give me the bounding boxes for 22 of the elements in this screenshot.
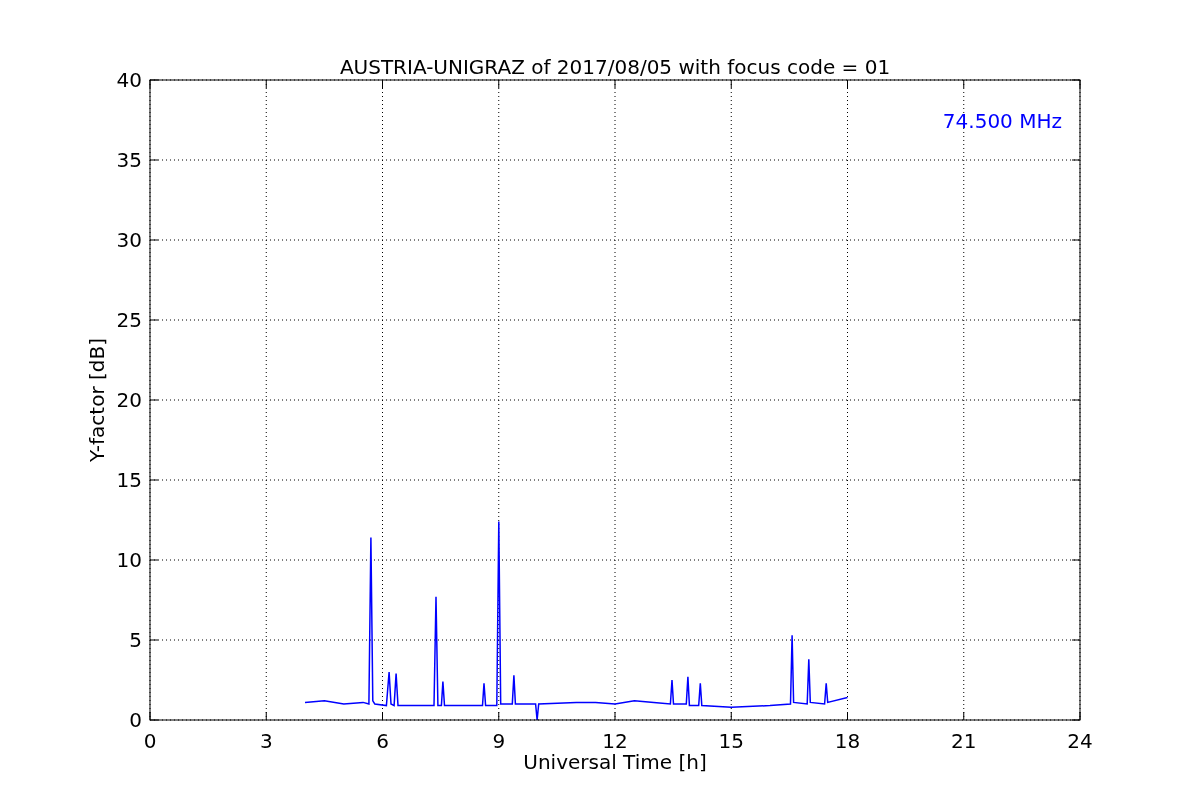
y-tick-label: 40 xyxy=(116,68,142,92)
x-axis-label: Universal Time [h] xyxy=(523,750,707,774)
x-tick-label: 24 xyxy=(1067,729,1093,753)
x-tick-label: 18 xyxy=(834,729,861,753)
y-tick-label: 10 xyxy=(116,548,142,572)
x-tick-label: 3 xyxy=(259,729,273,753)
y-tick-label: 35 xyxy=(116,148,142,172)
chart-title: AUSTRIA-UNIGRAZ of 2017/08/05 with focus code = 01 xyxy=(339,55,891,79)
x-tick-label: 9 xyxy=(492,729,506,753)
x-tick-label: 0 xyxy=(143,729,157,753)
x-tick-label: 12 xyxy=(602,729,628,753)
y-tick-label: 15 xyxy=(116,468,142,492)
y-tick-label: 30 xyxy=(116,228,142,252)
x-tick-label: 15 xyxy=(718,729,744,753)
frequency-annotation: 74.500 MHz xyxy=(942,109,1062,133)
y-axis-label: Y-factor [dB] xyxy=(85,338,109,462)
x-tick-label: 21 xyxy=(951,729,977,753)
y-tick-label: 20 xyxy=(116,388,142,412)
x-tick-label: 6 xyxy=(376,729,389,753)
y-tick-label: 5 xyxy=(129,628,142,652)
y-tick-label: 25 xyxy=(116,308,142,332)
y-tick-label: 0 xyxy=(129,708,142,732)
